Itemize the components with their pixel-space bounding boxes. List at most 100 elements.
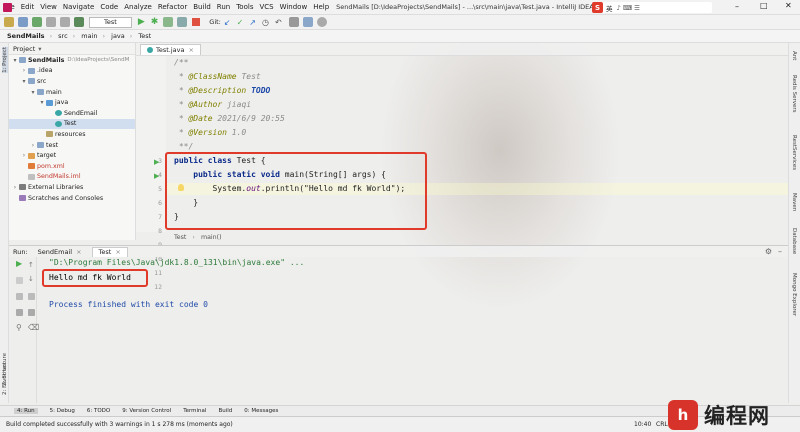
tree-item[interactable]: pom.xml [9,161,135,172]
back-icon[interactable] [46,17,56,27]
menu-code[interactable]: Code [97,3,121,11]
coverage-icon[interactable] [163,17,174,27]
chevron-down-icon[interactable]: ▾ [38,45,41,53]
run-tab-sendemail[interactable]: SendEmail × [32,247,88,257]
expand-arrow-icon[interactable]: › [20,67,28,74]
expand-arrow-icon[interactable]: ▾ [38,99,46,106]
structure-icon[interactable] [302,17,313,27]
maven-tool-tab[interactable]: Maven [791,193,797,211]
mongo-explorer-tool-tab[interactable]: Mongo Explorer [791,273,797,316]
ant-tool-tab[interactable]: Ant [791,51,797,60]
minimize-panel-icon[interactable]: – [778,247,782,256]
menu-analyze[interactable]: Analyze [121,3,155,11]
tree-item[interactable]: › .idea [9,66,135,77]
ime-tools-icon[interactable]: ♪ ⌨ ☰ [617,4,641,12]
forward-icon[interactable] [60,17,70,27]
menu-build[interactable]: Build [190,3,214,11]
menu-refactor[interactable]: Refactor [155,3,190,11]
settings-icon[interactable]: ⚙ [765,247,772,256]
editor-tab-test-java[interactable]: Test.java × [140,44,201,55]
rerun-icon[interactable]: ▶ [16,259,22,268]
editor-crumb-class[interactable]: Test [174,234,186,241]
refresh-icon[interactable] [32,17,42,27]
breadcrumb-item[interactable]: java [108,32,135,40]
menu-edit[interactable]: Edit [18,3,38,11]
camera-icon[interactable] [16,309,23,316]
tree-item[interactable]: ▾ SendMails D:\IdeaProjects\SendM [9,55,135,66]
todo-tool-tab[interactable]: 6: TODO [87,408,110,414]
version-control-tool-tab[interactable]: 9: Version Control [122,408,171,414]
save-icon[interactable] [18,17,28,27]
breadcrumb-item[interactable]: SendMails [4,32,55,40]
restore-layout-icon[interactable] [16,293,23,300]
git-commit-icon[interactable]: ✓ [237,18,244,27]
menu-help[interactable]: Help [310,3,332,11]
tree-item[interactable]: resources [9,129,135,140]
open-icon[interactable] [4,17,14,27]
restservices-tool-tab[interactable]: RestServices [791,135,797,170]
expand-arrow-icon[interactable]: › [20,152,28,159]
git-update-icon[interactable]: ↙ [224,18,231,27]
expand-arrow-icon[interactable]: ▾ [11,57,19,64]
run-gutter-icon[interactable]: ▶ [154,158,159,166]
terminal-tool-tab[interactable]: Terminal [183,408,206,414]
database-tool-tab[interactable]: Database [791,228,797,254]
up-arrow-icon[interactable]: ↑ [28,261,34,269]
run-tab-test[interactable]: Test × [91,246,128,257]
tree-item[interactable]: ▾ java [9,97,135,108]
debug-icon[interactable]: ✱ [151,17,159,27]
expand-arrow-icon[interactable]: ▾ [20,78,28,85]
expand-arrow-icon[interactable]: › [29,142,37,149]
tree-item[interactable]: › target [9,150,135,161]
menu-tools[interactable]: Tools [233,3,256,11]
down-arrow-icon[interactable]: ↓ [28,275,34,283]
search-icon[interactable] [316,17,327,27]
tree-item[interactable]: SendEmail [9,108,135,119]
debug-tool-tab[interactable]: 5: Debug [50,408,75,414]
stop-icon[interactable] [16,277,23,284]
tree-item[interactable]: ▾ main [9,87,135,98]
messages-tool-tab[interactable]: 0: Messages [244,408,278,414]
soft-wrap-icon[interactable] [28,293,35,300]
expand-arrow-icon[interactable]: › [11,184,19,191]
tree-item[interactable]: Test [9,118,135,130]
profile-icon[interactable] [177,17,188,27]
tree-item[interactable]: › test [9,140,135,151]
menu-run[interactable]: Run [214,3,233,11]
run-icon[interactable]: ▶ [138,17,145,27]
ime-toolbar[interactable]: S 英 ♪ ⌨ ☰ [592,2,712,13]
menu-view[interactable]: View [37,3,60,11]
build-icon[interactable] [74,17,84,27]
breadcrumb-item[interactable]: src [55,32,78,40]
menu-vcs[interactable]: VCS [256,3,276,11]
editor-crumb-method[interactable]: main() [201,234,222,241]
favorites-tool-tab[interactable]: 2: Favorites [2,363,8,395]
project-tool-tab[interactable]: 1: Project [2,47,8,73]
tree-item[interactable]: › External Libraries [9,182,135,193]
run-config-select[interactable]: Test [89,16,132,28]
pin-icon[interactable]: ⚲ [16,323,22,332]
close-tab-icon[interactable]: × [189,46,194,54]
menu-window[interactable]: Window [277,3,311,11]
redis-servers-tool-tab[interactable]: Redis Servers [791,75,797,113]
maximize-button[interactable]: □ [760,1,768,10]
menu-navigate[interactable]: Navigate [60,3,97,11]
close-button[interactable]: ✕ [785,1,792,10]
line-separator[interactable]: CRL [656,421,668,428]
run-tool-tab[interactable]: 4: Run [14,408,38,414]
settings-icon[interactable] [288,17,299,27]
close-tab-icon[interactable]: × [115,248,120,256]
run-gutter-icon[interactable]: ▶ [154,172,159,180]
status-message[interactable]: Build completed successfully with 3 warn… [6,421,233,428]
breadcrumb-item[interactable]: Test [135,32,159,40]
tree-item[interactable]: ▾ src [9,76,135,87]
close-tab-icon[interactable]: × [76,248,81,256]
git-push-icon[interactable]: ↗ [249,18,256,27]
project-view-select[interactable]: Project [13,45,35,53]
cursor-position[interactable]: 10:40 [634,421,651,428]
stop-icon[interactable] [192,18,201,26]
tree-item[interactable]: Scratches and Consoles [9,193,135,204]
print-icon[interactable] [28,309,35,316]
build-tool-tab[interactable]: Build [218,408,232,414]
git-history-icon[interactable]: ◷ [262,18,269,27]
